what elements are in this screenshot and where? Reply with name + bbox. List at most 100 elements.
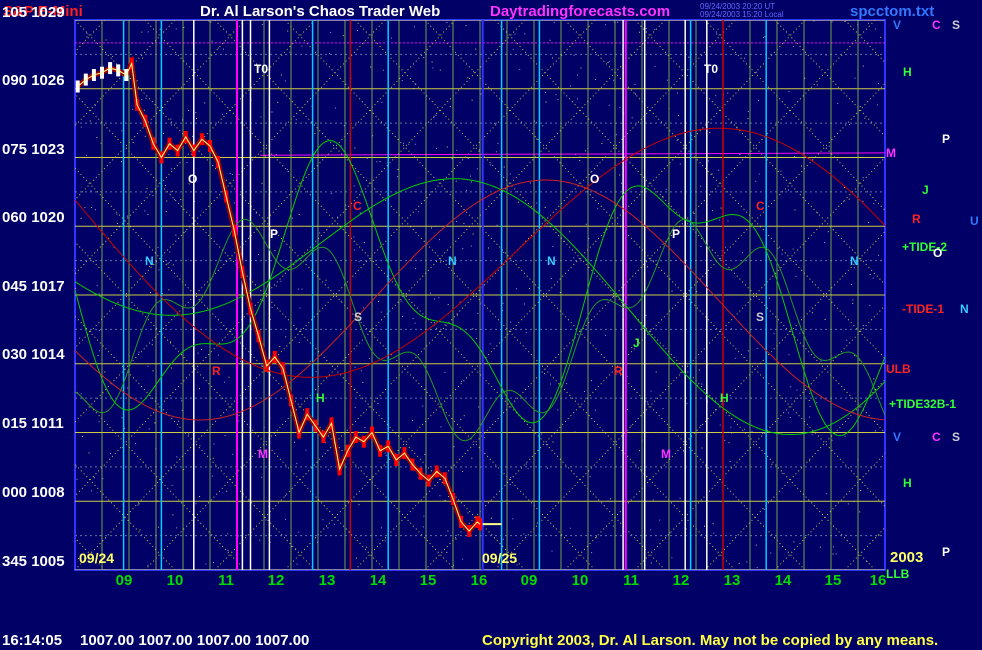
star-dot xyxy=(843,201,845,203)
star-dot xyxy=(299,307,301,309)
star-dot xyxy=(196,118,197,119)
right-label-s: S xyxy=(952,18,961,32)
star-dot xyxy=(709,132,711,133)
star-dot xyxy=(813,20,815,22)
star-dot xyxy=(170,341,172,343)
star-dot xyxy=(728,442,730,444)
star-dot xyxy=(615,134,617,136)
star-dot xyxy=(698,369,700,371)
star-dot xyxy=(116,223,118,224)
star-dot xyxy=(509,484,511,485)
marker-p: P xyxy=(672,227,681,241)
star-dot xyxy=(376,161,378,163)
star-dot xyxy=(171,484,173,486)
star-dot xyxy=(340,300,342,302)
marker-n: N xyxy=(448,254,457,268)
star-dot xyxy=(180,199,182,200)
star-dot xyxy=(730,426,732,428)
star-dot xyxy=(271,111,273,113)
star-dot xyxy=(542,125,544,127)
star-dot xyxy=(403,142,404,144)
right-label-v: V xyxy=(893,430,902,444)
star-dot xyxy=(868,22,869,24)
star-dot xyxy=(164,185,166,187)
star-dot xyxy=(462,248,464,250)
star-dot xyxy=(467,157,469,159)
star-dot xyxy=(642,328,644,329)
star-dot xyxy=(147,213,149,215)
star-dot xyxy=(541,433,543,435)
star-dot xyxy=(662,408,664,410)
star-dot xyxy=(275,435,276,436)
star-dot xyxy=(683,450,684,452)
star-dot xyxy=(462,470,464,472)
star-dot xyxy=(449,106,451,108)
timestamp-local: 09/24/2003 15:20 Local xyxy=(700,10,784,19)
star-dot xyxy=(700,425,702,426)
star-dot xyxy=(132,108,134,110)
star-dot xyxy=(545,101,547,103)
star-dot xyxy=(650,390,652,392)
star-dot xyxy=(298,531,300,533)
star-dot xyxy=(327,527,329,529)
star-dot xyxy=(591,552,593,554)
right-label-n: N xyxy=(960,302,969,316)
star-dot xyxy=(414,143,416,145)
star-dot xyxy=(688,56,690,58)
star-dot xyxy=(80,126,82,128)
star-dot xyxy=(325,279,327,281)
right-label-c: C xyxy=(932,430,941,444)
star-dot xyxy=(364,427,366,428)
star-dot xyxy=(801,165,802,167)
star-dot xyxy=(137,504,139,506)
x-tick: 09 xyxy=(520,572,538,589)
star-dot xyxy=(569,527,571,529)
star-dot xyxy=(390,37,392,39)
page-title: Dr. Al Larson's Chaos Trader Web xyxy=(200,3,441,20)
star-dot xyxy=(368,358,370,360)
star-dot xyxy=(512,48,514,50)
star-dot xyxy=(112,55,114,57)
star-dot xyxy=(144,135,146,137)
marker-c: C xyxy=(756,199,765,213)
star-dot xyxy=(816,84,818,86)
star-dot xyxy=(439,239,440,241)
star-dot xyxy=(566,383,568,385)
star-dot xyxy=(147,31,149,33)
star-dot xyxy=(471,99,473,101)
star-dot xyxy=(132,142,134,143)
star-dot xyxy=(439,69,441,71)
star-dot xyxy=(298,288,300,290)
star-dot xyxy=(489,164,491,166)
star-dot xyxy=(630,425,632,427)
star-dot xyxy=(631,117,633,119)
star-dot xyxy=(810,128,812,130)
star-dot xyxy=(353,185,355,187)
star-dot xyxy=(185,143,187,145)
x-tick: 15 xyxy=(419,572,437,589)
star-dot xyxy=(544,373,546,374)
star-dot xyxy=(862,65,864,67)
star-dot xyxy=(744,428,746,430)
star-dot xyxy=(536,522,538,524)
star-dot xyxy=(461,380,463,382)
star-dot xyxy=(353,249,355,251)
star-dot xyxy=(144,210,146,212)
star-dot xyxy=(680,372,682,374)
star-dot xyxy=(199,496,201,497)
star-dot xyxy=(315,371,317,373)
right-label-j: J xyxy=(922,183,929,197)
star-dot xyxy=(488,247,489,249)
star-dot xyxy=(547,444,549,445)
site-link[interactable]: Daytradingforecasts.com xyxy=(490,3,670,20)
star-dot xyxy=(385,454,387,456)
star-dot xyxy=(208,20,210,22)
star-dot xyxy=(755,180,757,182)
star-dot xyxy=(456,220,457,222)
star-dot xyxy=(788,189,789,191)
star-dot xyxy=(788,91,790,93)
star-dot xyxy=(402,315,403,317)
star-dot xyxy=(495,151,497,153)
x-tick: 09 xyxy=(115,572,133,589)
star-dot xyxy=(612,525,614,527)
